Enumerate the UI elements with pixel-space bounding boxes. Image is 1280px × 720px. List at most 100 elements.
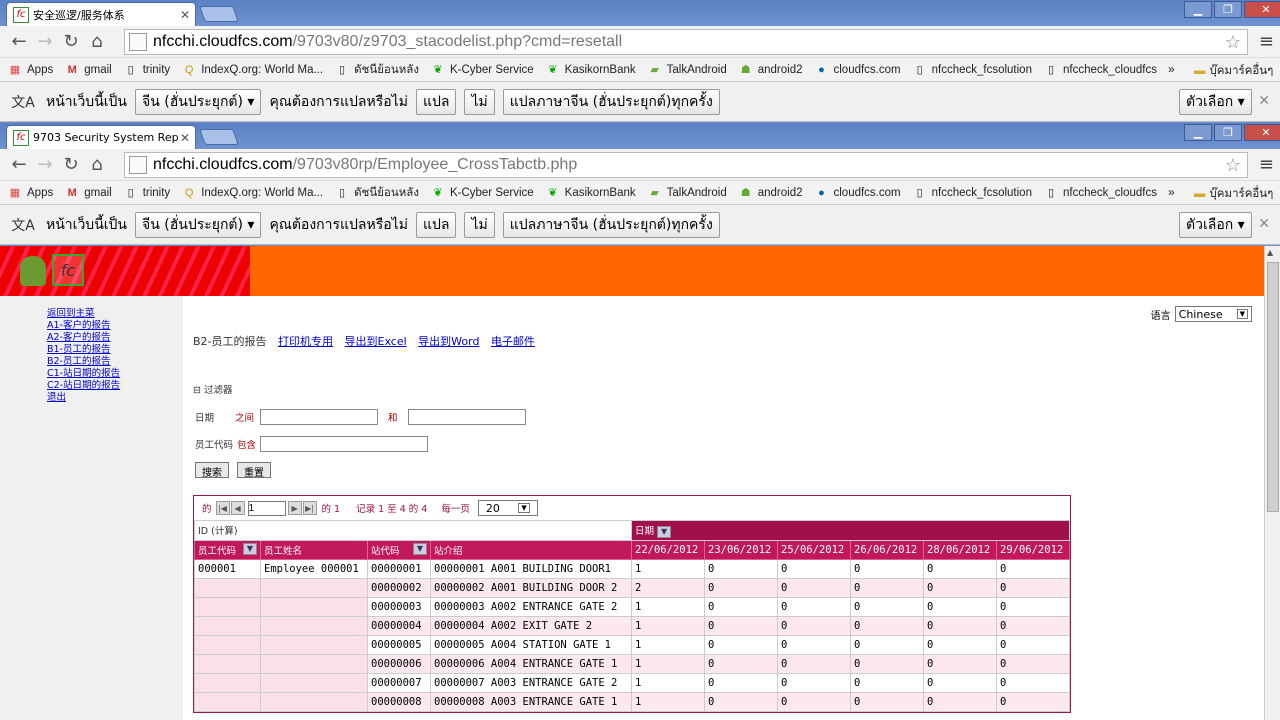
bookmark-item[interactable]: ▰ TalkAndroid — [648, 186, 726, 200]
home-button[interactable]: ⌂ — [84, 30, 110, 54]
bookmark-item[interactable]: Mgmail — [65, 186, 112, 200]
tab-close-icon[interactable]: ✕ — [179, 131, 191, 145]
translate-options-button[interactable]: ตัวเลือก ▾ — [1179, 212, 1252, 238]
bookmark-item[interactable]: ▯ nfccheck_cloudfcs — [1044, 186, 1157, 200]
employee-code-input[interactable] — [260, 436, 429, 452]
next-page-button[interactable]: ▶ — [287, 501, 302, 515]
bookmark-item[interactable]: ☗ android2 — [739, 63, 803, 77]
last-page-button[interactable]: ▶| — [302, 501, 317, 515]
browser-tab[interactable]: fc 安全巡逻/服务体系 ✕ — [6, 2, 196, 26]
restore-button[interactable]: ❐ — [1214, 1, 1242, 18]
menu-link-c1[interactable]: C1-站日期的报告 — [47, 368, 183, 380]
bookmark-item[interactable]: ▦ Apps — [8, 186, 53, 200]
scrollbar-thumb[interactable] — [1267, 262, 1279, 512]
page-number-input[interactable] — [247, 500, 286, 516]
date-from-input[interactable] — [260, 409, 379, 425]
bookmark-item[interactable]: ▯ ดัชนีย้อนหลัง — [335, 184, 419, 202]
home-button[interactable]: ⌂ — [84, 153, 110, 177]
prev-page-button[interactable]: ◀ — [230, 501, 245, 515]
date-to-input[interactable] — [407, 409, 526, 425]
bookmark-item[interactable]: ▦ Apps — [8, 63, 53, 77]
bookmark-item[interactable]: ▯ nfccheck_fcsolution — [913, 186, 1032, 200]
translate-button[interactable]: แปล — [415, 211, 457, 238]
col-station-desc[interactable]: 站介绍 — [430, 539, 632, 560]
bookmark-item[interactable]: ▯ trinity — [124, 186, 171, 200]
close-window-button[interactable]: ✕ — [1244, 124, 1280, 141]
back-button[interactable]: ← — [6, 153, 32, 177]
no-translate-button[interactable]: ไม่ — [464, 211, 495, 238]
dropdown-icon[interactable]: ▼ — [413, 542, 427, 555]
bookmark-item[interactable]: Mgmail — [65, 63, 112, 77]
bookmark-item[interactable]: ❦ K-Cyber Service — [431, 63, 533, 77]
forward-button[interactable]: → — [32, 153, 58, 177]
print-link[interactable]: 打印机专用 — [278, 335, 333, 348]
bookmark-item[interactable]: Q IndexQ.org: World Ma... — [182, 63, 323, 77]
new-tab-button[interactable] — [199, 129, 239, 145]
col-employee-name[interactable]: 员工姓名 — [260, 539, 368, 560]
translate-options-button[interactable]: ตัวเลือก ▾ — [1179, 89, 1252, 115]
address-bar[interactable]: nfcchi.cloudfcs.com /9703v80rp/Employee_… — [124, 152, 1248, 178]
no-translate-button[interactable]: ไม่ — [464, 88, 495, 115]
export-word-link[interactable]: 导出到Word — [418, 335, 479, 348]
bookmarks-overflow-button[interactable]: » — [1168, 62, 1175, 76]
browser-tab[interactable]: fc 9703 Security System Repor ✕ — [6, 125, 196, 149]
bookmark-item[interactable]: ❦ KasikornBank — [546, 186, 636, 200]
minimize-button[interactable]: ▁ — [1184, 124, 1212, 141]
bookmark-item[interactable]: ● cloudfcs.com — [815, 63, 900, 77]
menu-link-a2[interactable]: A2-客户的报告 — [47, 332, 183, 344]
page-scrollbar[interactable]: ▲ — [1264, 246, 1280, 720]
new-tab-button[interactable] — [199, 6, 239, 22]
email-link[interactable]: 电子邮件 — [491, 335, 535, 348]
date-dropdown-icon[interactable]: ▼ — [657, 525, 672, 538]
always-translate-button[interactable]: แปลภาษาจีน (ฮั่นประยุกต์)ทุกครั้ง — [502, 88, 720, 115]
bookmark-item[interactable]: ❦ K-Cyber Service — [431, 186, 533, 200]
bookmark-item[interactable]: ▯ ดัชนีย้อนหลัง — [335, 61, 419, 79]
date-group-header[interactable]: 日期 ▼ — [631, 520, 1070, 541]
menu-link-b2[interactable]: B2-员工的报告 — [47, 356, 183, 368]
menu-link-b1[interactable]: B1-员工的报告 — [47, 344, 183, 356]
per-page-select[interactable]: 20 ▼ — [477, 500, 538, 516]
reset-button[interactable]: 重置 — [237, 462, 271, 479]
tab-close-icon[interactable]: ✕ — [179, 8, 191, 22]
source-language-select[interactable]: จีน (ฮั่นประยุกต์) ▾ — [135, 211, 262, 238]
reload-button[interactable]: ↻ — [58, 153, 84, 177]
bookmark-item[interactable]: ▯ nfccheck_fcsolution — [913, 63, 1032, 77]
dropdown-icon[interactable]: ▼ — [243, 542, 257, 555]
search-button[interactable]: 搜索 — [195, 462, 229, 479]
bookmark-item[interactable]: Q IndexQ.org: World Ma... — [182, 186, 323, 200]
restore-button[interactable]: ❐ — [1214, 124, 1242, 141]
address-bar[interactable]: nfcchi.cloudfcs.com /9703v80/z9703_staco… — [124, 29, 1248, 55]
export-excel-link[interactable]: 导出到Excel — [345, 335, 407, 348]
filter-toggle[interactable]: ⊟ 过滤器 — [193, 382, 232, 396]
menu-link-logout[interactable]: 退出 — [47, 392, 183, 404]
scroll-up-icon[interactable]: ▲ — [1267, 248, 1273, 257]
first-page-button[interactable]: |◀ — [215, 501, 230, 515]
back-button[interactable]: ← — [6, 30, 32, 54]
translate-button[interactable]: แปล — [415, 88, 457, 115]
col-employee-code[interactable]: 员工代码 ▼ — [194, 539, 261, 560]
source-language-select[interactable]: จีน (ฮั่นประยุกต์) ▾ — [135, 88, 262, 115]
bookmark-item[interactable]: ● cloudfcs.com — [815, 186, 900, 200]
chrome-menu-icon[interactable]: ≡ — [1259, 31, 1274, 52]
bookmark-item[interactable]: ☗ android2 — [739, 186, 803, 200]
bookmark-item[interactable]: ▯ nfccheck_cloudfcs — [1044, 63, 1157, 77]
col-station-code[interactable]: 站代码 ▼ — [367, 539, 431, 560]
bookmark-item[interactable]: ❦ KasikornBank — [546, 63, 636, 77]
bookmark-item[interactable]: ▯ trinity — [124, 63, 171, 77]
always-translate-button[interactable]: แปลภาษาจีน (ฮั่นประยุกต์)ทุกครั้ง — [502, 211, 720, 238]
language-select[interactable]: Chinese ▼ — [1174, 306, 1252, 322]
bookmarks-overflow-button[interactable]: » — [1168, 185, 1175, 199]
bookmark-star-icon[interactable]: ☆ — [1225, 32, 1241, 53]
menu-link-main[interactable]: 返回到主菜 — [47, 308, 183, 320]
minimize-button[interactable]: ▁ — [1184, 1, 1212, 18]
reload-button[interactable]: ↻ — [58, 30, 84, 54]
translate-close-icon[interactable]: ✕ — [1258, 93, 1270, 109]
translate-close-icon[interactable]: ✕ — [1258, 216, 1270, 232]
menu-link-c2[interactable]: C2-站日期的报告 — [47, 380, 183, 392]
close-window-button[interactable]: ✕ — [1244, 1, 1280, 18]
chrome-menu-icon[interactable]: ≡ — [1259, 154, 1274, 175]
menu-link-a1[interactable]: A1-客户的报告 — [47, 320, 183, 332]
bookmark-star-icon[interactable]: ☆ — [1225, 155, 1241, 176]
bookmark-item[interactable]: ▰ TalkAndroid — [648, 63, 726, 77]
forward-button[interactable]: → — [32, 30, 58, 54]
